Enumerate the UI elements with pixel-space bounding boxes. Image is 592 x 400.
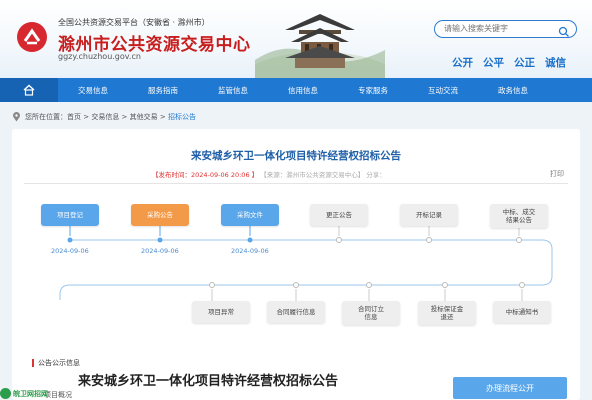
section-heading: 公告公示信息 [32, 358, 80, 368]
nav-item-credit[interactable]: 信用信息 [268, 78, 338, 102]
platform-line: 全国公共资源交易平台（安徽省 · 滁州市） [58, 18, 210, 27]
process-flow: 项目登记 采购公告 采购文件 更正公告 开标记录 中标、成交 结果公告 2024… [12, 129, 580, 400]
pavilion-banner-image [255, 14, 385, 78]
step-award-result[interactable]: 中标、成交 结果公告 [490, 204, 548, 228]
breadcrumb-home[interactable]: 首页 [67, 112, 81, 122]
breadcrumb-prefix: 您所在位置： [25, 113, 67, 121]
search-icon[interactable] [558, 23, 570, 42]
step-date: 2024-09-06 [51, 247, 89, 255]
slogans: 公开 公平 公正 诚信 [452, 51, 576, 70]
step-award-notification[interactable]: 中标通知书 [493, 301, 551, 323]
nav-item-trade-info[interactable]: 交易信息 [58, 78, 128, 102]
step-contract-signing[interactable]: 合同订立 信息 [342, 301, 400, 325]
step-date: 2024-09-06 [141, 247, 179, 255]
watermark-text: 皖卫网招网 [13, 389, 48, 398]
home-icon [23, 84, 35, 96]
breadcrumb-trade-info[interactable]: 交易信息 [91, 112, 119, 122]
step-procurement-notice[interactable]: 采购公告 [131, 204, 189, 226]
section-marker [32, 359, 34, 367]
process-disclosure-button[interactable]: 办理流程公开 [453, 377, 567, 399]
step-correction-notice[interactable]: 更正公告 [310, 204, 368, 226]
breadcrumb: 您所在位置： 首页 > 交易信息 > 其他交易 > 招标公告 [12, 112, 196, 122]
slogan-just: 公正 [514, 57, 535, 69]
nav-item-interaction[interactable]: 互动交流 [408, 78, 478, 102]
step-procurement-docs[interactable]: 采购文件 [221, 204, 279, 226]
nav-item-gov-info[interactable]: 政务信息 [478, 78, 548, 102]
step-project-registration[interactable]: 项目登记 [41, 204, 99, 226]
watermark-icon [0, 388, 11, 399]
breadcrumb-other-trade[interactable]: 其他交易 [130, 112, 158, 122]
search-input[interactable] [444, 24, 554, 33]
site-header: 全国公共资源交易平台（安徽省 · 滁州市） 滁州市公共资源交易中心 ggzy.c… [0, 0, 592, 78]
flow-lines [59, 222, 553, 301]
nav-item-home[interactable] [0, 78, 58, 102]
watermark-logo: 皖卫网招网 [0, 387, 48, 400]
nav-item-service-guide[interactable]: 服务指南 [128, 78, 198, 102]
nav-item-supervision[interactable]: 监管信息 [198, 78, 268, 102]
section-label: 公告公示信息 [38, 359, 80, 367]
article-card: 来安城乡环卫一体化项目特许经营权招标公告 【发布时间：2024-09-06 20… [12, 129, 580, 400]
main-nav: 交易信息 服务指南 监管信息 信用信息 专家服务 互动交流 政务信息 [0, 78, 592, 102]
flow-nodes [67, 237, 525, 288]
step-project-exception[interactable]: 项目异常 [192, 301, 250, 323]
site-url: ggzy.chuzhou.gov.cn [58, 52, 141, 61]
breadcrumb-tender-notice[interactable]: 招标公告 [168, 112, 196, 122]
step-date: 2024-09-06 [231, 247, 269, 255]
site-logo-icon[interactable] [17, 22, 47, 52]
slogan-integrity: 诚信 [545, 57, 566, 69]
notice-title: 来安城乡环卫一体化项目特许经营权招标公告 [78, 374, 339, 389]
slogan-fair: 公平 [483, 57, 504, 69]
slogan-open: 公开 [452, 57, 473, 69]
step-bid-opening-record[interactable]: 开标记录 [400, 204, 458, 226]
notice-subtitle: 项目概况 [44, 391, 72, 399]
location-pin-icon [13, 112, 20, 122]
nav-item-expert[interactable]: 专家服务 [338, 78, 408, 102]
step-contract-performance[interactable]: 合同履行信息 [267, 301, 325, 323]
search-box[interactable] [434, 20, 577, 38]
step-deposit-refund[interactable]: 投标保证金 退还 [418, 301, 476, 325]
